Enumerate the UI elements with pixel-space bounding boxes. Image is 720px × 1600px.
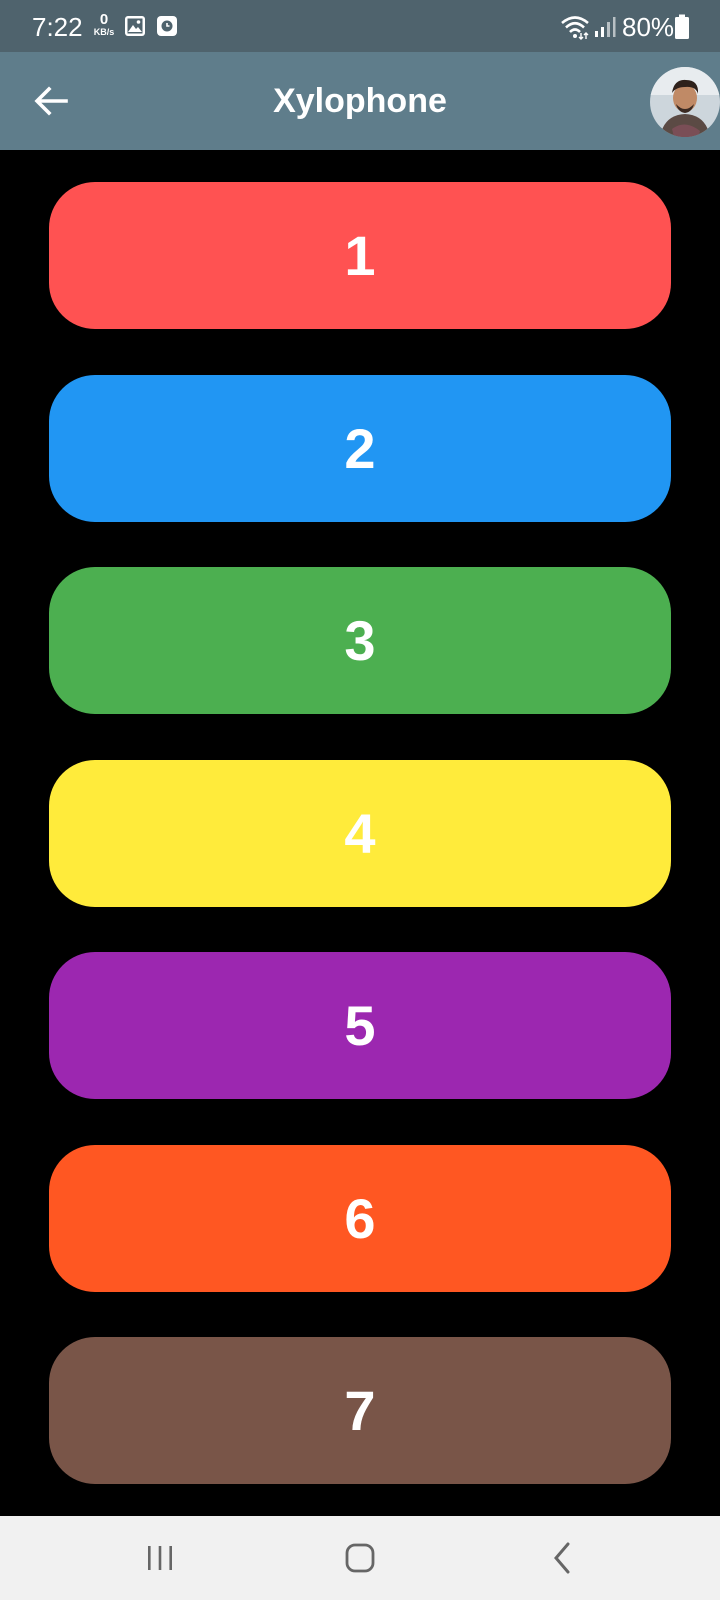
gallery-icon xyxy=(125,16,145,36)
signal-icon xyxy=(595,17,616,37)
arrow-left-icon[interactable] xyxy=(28,78,74,124)
key-label: 1 xyxy=(344,224,376,287)
xylophone-key-4[interactable]: 4 xyxy=(49,760,671,907)
avatar-photo xyxy=(650,67,720,137)
key-label: 2 xyxy=(344,417,376,480)
network-speed-value: 0 xyxy=(99,11,109,28)
network-speed-unit: KB/s xyxy=(93,27,115,37)
wifi-icon xyxy=(561,16,589,40)
system-nav-bar xyxy=(0,1516,720,1600)
xylophone-key-7[interactable]: 7 xyxy=(49,1337,671,1484)
key-label: 7 xyxy=(344,1379,376,1442)
xylophone-key-2[interactable]: 2 xyxy=(49,375,671,522)
xylophone-screen: 7:22 0 KB/s 80% Xylophone 1 2 3 4 5 6 7 xyxy=(0,0,720,1600)
key-label: 6 xyxy=(344,1187,376,1250)
app-title: Xylophone xyxy=(273,82,447,120)
key-label: 4 xyxy=(344,802,376,865)
key-label: 5 xyxy=(344,994,376,1057)
xylophone-key-3[interactable]: 3 xyxy=(49,567,671,714)
battery-icon xyxy=(675,14,689,39)
status-bar: 7:22 0 KB/s 80% xyxy=(0,0,720,52)
xylophone-key-5[interactable]: 5 xyxy=(49,952,671,1099)
recent-apps-icon[interactable] xyxy=(140,1540,180,1576)
home-icon[interactable] xyxy=(340,1538,380,1578)
clock-app-icon xyxy=(157,16,177,36)
back-nav-icon[interactable] xyxy=(546,1538,578,1578)
avatar[interactable] xyxy=(650,67,720,137)
network-speed: 0 KB/s xyxy=(90,12,118,37)
xylophone-key-1[interactable]: 1 xyxy=(49,182,671,329)
xylophone-key-6[interactable]: 6 xyxy=(49,1145,671,1292)
status-time: 7:22 xyxy=(32,12,83,42)
battery-percent: 80% xyxy=(622,12,675,42)
key-label: 3 xyxy=(344,609,376,672)
app-bar: Xylophone xyxy=(0,52,720,150)
